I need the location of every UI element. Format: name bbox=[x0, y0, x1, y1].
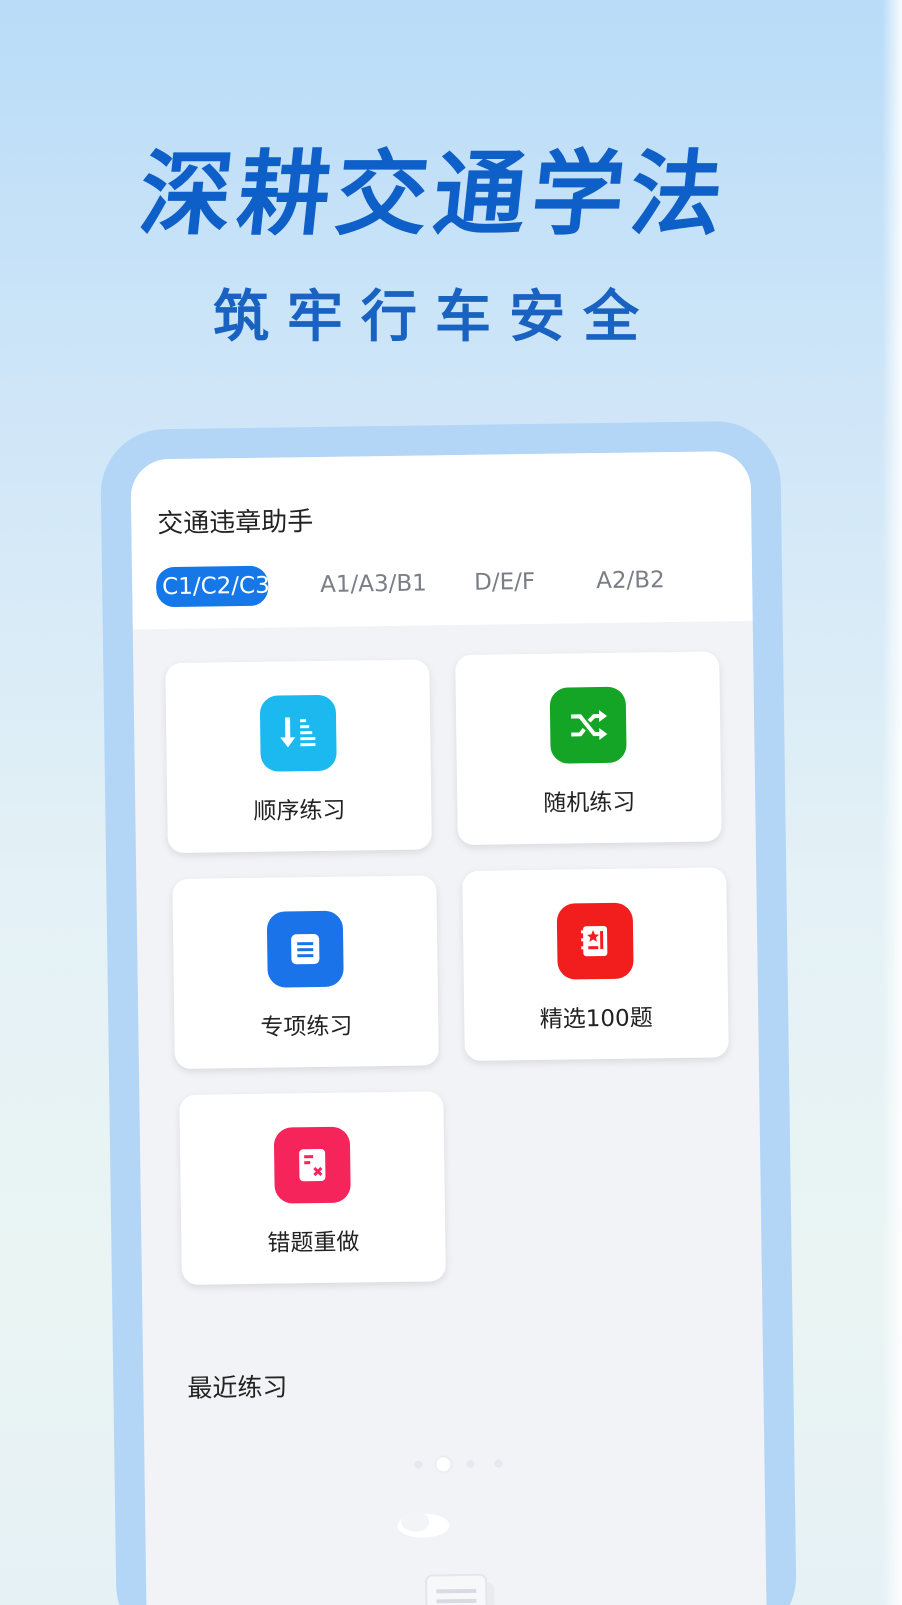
tab-c1-c2-c3[interactable]: C1/C2/C3 bbox=[155, 565, 269, 608]
app-title: 交通违章助手 bbox=[157, 507, 314, 540]
phone-screen: 交通违章助手 C1/C2/C3 A1/A3/B1 D/E/F A2/B2 顺序练… bbox=[130, 450, 768, 1605]
sequential-practice-card[interactable]: 顺序练习 bbox=[165, 659, 432, 854]
card-label: 错题重做 bbox=[267, 1229, 360, 1257]
page-dot[interactable] bbox=[414, 1460, 423, 1469]
card-label: 专项练习 bbox=[260, 1013, 353, 1041]
random-practice-card[interactable]: 随机练习 bbox=[455, 651, 722, 846]
sort-list-icon bbox=[259, 694, 337, 772]
recent-practice-title: 最近练习 bbox=[187, 1372, 288, 1403]
tab-a2-b2[interactable]: A2/B2 bbox=[596, 560, 665, 601]
phone-frame: 交通违章助手 C1/C2/C3 A1/A3/B1 D/E/F A2/B2 顺序练… bbox=[100, 420, 797, 1605]
star-notebook-icon bbox=[556, 902, 634, 980]
page-dot[interactable] bbox=[494, 1459, 503, 1468]
empty-state-illustration-icon bbox=[385, 1494, 527, 1605]
tab-d-e-f[interactable]: D/E/F bbox=[474, 562, 536, 603]
card-label: 顺序练习 bbox=[253, 797, 346, 825]
card-label: 精选100题 bbox=[539, 1005, 653, 1033]
page-dot-active[interactable] bbox=[436, 1457, 451, 1472]
app-header: 交通违章助手 C1/C2/C3 A1/A3/B1 D/E/F A2/B2 bbox=[130, 450, 753, 630]
hero-title: 深耕交通学法 bbox=[134, 141, 734, 248]
hero-subtitle: 筑牢行车安全 bbox=[213, 285, 657, 350]
page-dot[interactable] bbox=[466, 1459, 475, 1468]
license-tabs: C1/C2/C3 A1/A3/B1 D/E/F A2/B2 bbox=[155, 559, 737, 608]
page-indicator bbox=[414, 1456, 514, 1472]
special-practice-card[interactable]: 专项练习 bbox=[172, 875, 439, 1070]
wrong-answer-icon bbox=[273, 1126, 351, 1204]
background-edge bbox=[882, 0, 902, 1605]
card-label: 随机练习 bbox=[543, 789, 636, 817]
wrong-questions-card[interactable]: 错题重做 bbox=[179, 1091, 446, 1285]
document-list-icon bbox=[266, 910, 344, 988]
selected-100-card[interactable]: 精选100题 bbox=[462, 867, 729, 1061]
tab-a1-a3-b1[interactable]: A1/A3/B1 bbox=[320, 563, 427, 604]
shuffle-icon bbox=[549, 686, 627, 764]
